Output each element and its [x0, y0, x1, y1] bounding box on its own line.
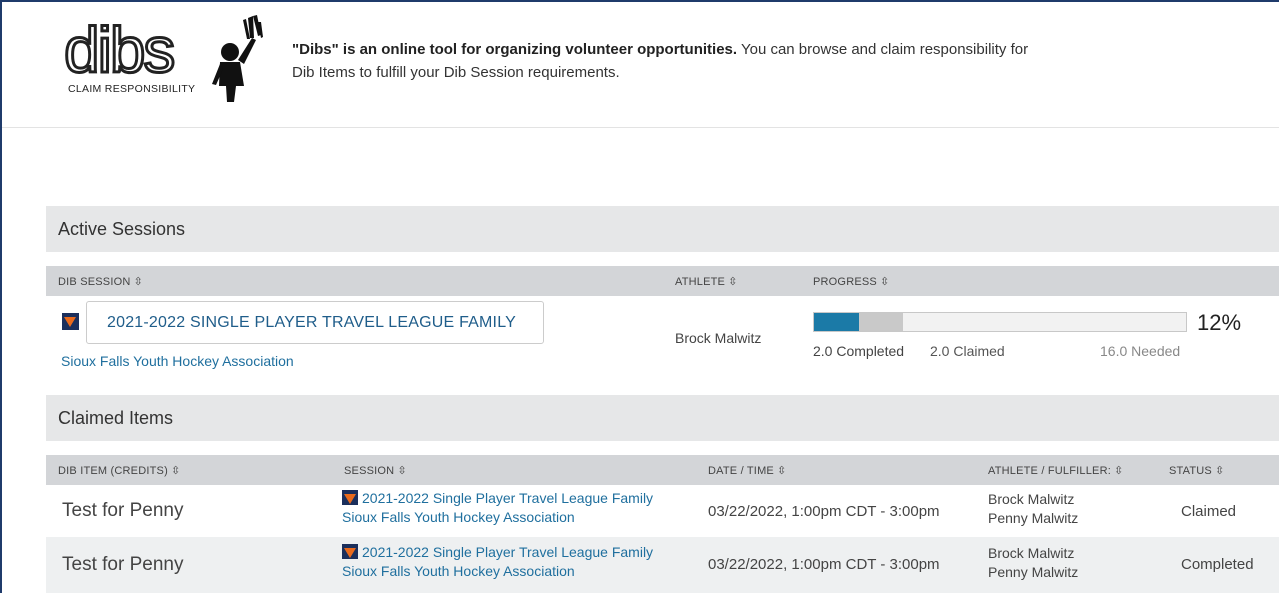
association-flag-icon	[342, 544, 358, 559]
fulfiller-name: Penny Malwitz	[988, 564, 1079, 580]
needed-label: 16.0 Needed	[1100, 343, 1181, 359]
sort-icon[interactable]: ⇳	[1114, 465, 1123, 477]
column-athlete[interactable]: ATHLETE ⇳	[675, 275, 738, 288]
association-flag-icon	[62, 313, 79, 330]
active-session-row: 2021-2022 SINGLE PLAYER TRAVEL LEAGUE FA…	[46, 296, 1279, 394]
intro-text: "Dibs" is an online tool for organizing …	[292, 38, 1052, 84]
active-sessions-column-header: DIB SESSION ⇳ ATHLETE ⇳ PROGRESS ⇳	[46, 266, 1279, 296]
raised-hand-figure-icon	[212, 15, 263, 102]
column-athlete-label: ATHLETE	[675, 276, 726, 288]
page-header: dibs CLAIM RESPONSIBILITY "Dibs" is an o…	[2, 2, 1279, 128]
column-date-time[interactable]: DATE / TIME ⇳	[708, 464, 786, 477]
sort-icon[interactable]: ⇳	[1215, 465, 1224, 477]
session-name-button[interactable]: 2021-2022 SINGLE PLAYER TRAVEL LEAGUE FA…	[86, 301, 544, 344]
sort-icon[interactable]: ⇳	[777, 465, 786, 477]
column-dib-item[interactable]: DIB ITEM (CREDITS) ⇳	[58, 464, 180, 477]
organization-link[interactable]: Sioux Falls Youth Hockey Association	[342, 508, 653, 527]
athlete-fulfiller-cell: Brock Malwitz Penny Malwitz	[988, 490, 1078, 528]
column-date-time-label: DATE / TIME	[708, 465, 774, 477]
claimed-items-bar: Claimed Items	[46, 395, 1279, 441]
session-link[interactable]: 2021-2022 Single Player Travel League Fa…	[362, 490, 653, 506]
session-link[interactable]: 2021-2022 Single Player Travel League Fa…	[362, 544, 653, 560]
sort-icon[interactable]: ⇳	[728, 276, 737, 288]
athlete-fulfiller-cell: Brock Malwitz Penny Malwitz	[988, 544, 1078, 582]
column-progress[interactable]: PROGRESS ⇳	[813, 275, 889, 288]
logo-wordmark: dibs	[64, 14, 173, 86]
status-text: Completed	[1181, 556, 1254, 573]
claimed-items-title: Claimed Items	[58, 408, 174, 428]
athlete-name: Brock Malwitz	[988, 545, 1075, 561]
completed-label: 2.0 Completed	[813, 343, 905, 359]
column-dib-session-label: DIB SESSION	[58, 276, 131, 288]
sort-icon[interactable]: ⇳	[397, 465, 406, 477]
column-session-label: SESSION	[344, 465, 395, 477]
claimed-label: 2.0 Claimed	[930, 343, 1005, 359]
session-cell: 2021-2022 Single Player Travel League Fa…	[342, 543, 653, 581]
claimed-items-column-header: DIB ITEM (CREDITS) ⇳ SESSION ⇳ DATE / TIME…	[46, 455, 1279, 485]
column-session[interactable]: SESSION ⇳	[344, 464, 407, 477]
date-time: 03/22/2022, 1:00pm CDT - 3:00pm	[708, 503, 940, 520]
dib-item-name[interactable]: Test for Penny	[62, 554, 183, 576]
table-row[interactable]: Test for Penny 2021-2022 Single Player T…	[46, 537, 1279, 593]
intro-bold: "Dibs" is an online tool for organizing …	[292, 41, 738, 58]
dibs-logo: dibs CLAIM RESPONSIBILITY	[62, 12, 264, 102]
organization-link[interactable]: Sioux Falls Youth Hockey Association	[342, 562, 653, 581]
column-athlete-fulfiller-label: ATHLETE / FULFILLER:	[988, 465, 1111, 477]
table-row[interactable]: Test for Penny 2021-2022 Single Player T…	[46, 485, 1279, 537]
column-status-label: STATUS	[1169, 465, 1212, 477]
active-sessions-bar: Active Sessions	[46, 206, 1279, 252]
athlete-name: Brock Malwitz	[675, 330, 762, 346]
session-name-label: 2021-2022 SINGLE PLAYER TRAVEL LEAGUE FA…	[107, 314, 516, 331]
sort-icon[interactable]: ⇳	[880, 276, 889, 288]
sort-icon[interactable]: ⇳	[134, 276, 143, 288]
column-progress-label: PROGRESS	[813, 276, 877, 288]
progress-claimed-fill	[858, 313, 904, 331]
column-dib-session[interactable]: DIB SESSION ⇳	[58, 275, 143, 288]
organization-link[interactable]: Sioux Falls Youth Hockey Association	[61, 353, 294, 369]
status-text: Claimed	[1181, 503, 1237, 520]
association-flag-icon	[342, 490, 358, 505]
column-status[interactable]: STATUS ⇳	[1169, 464, 1224, 477]
active-sessions-title: Active Sessions	[58, 219, 186, 239]
progress-percent: 12%	[1197, 310, 1242, 335]
fulfiller-name: Penny Malwitz	[988, 510, 1079, 526]
dibs-logo-graphic: dibs CLAIM RESPONSIBILITY	[63, 13, 263, 102]
progress-completed-fill	[814, 313, 859, 331]
progress-bar	[813, 312, 1187, 332]
logo-tagline: CLAIM RESPONSIBILITY	[68, 83, 195, 95]
date-time: 03/22/2022, 1:00pm CDT - 3:00pm	[708, 556, 940, 573]
dib-item-name[interactable]: Test for Penny	[62, 500, 183, 522]
session-cell: 2021-2022 Single Player Travel League Fa…	[342, 489, 653, 527]
column-athlete-fulfiller[interactable]: ATHLETE / FULFILLER: ⇳	[988, 464, 1123, 477]
sort-icon[interactable]: ⇳	[171, 465, 180, 477]
athlete-name: Brock Malwitz	[988, 491, 1075, 507]
column-dib-item-label: DIB ITEM (CREDITS)	[58, 465, 168, 477]
